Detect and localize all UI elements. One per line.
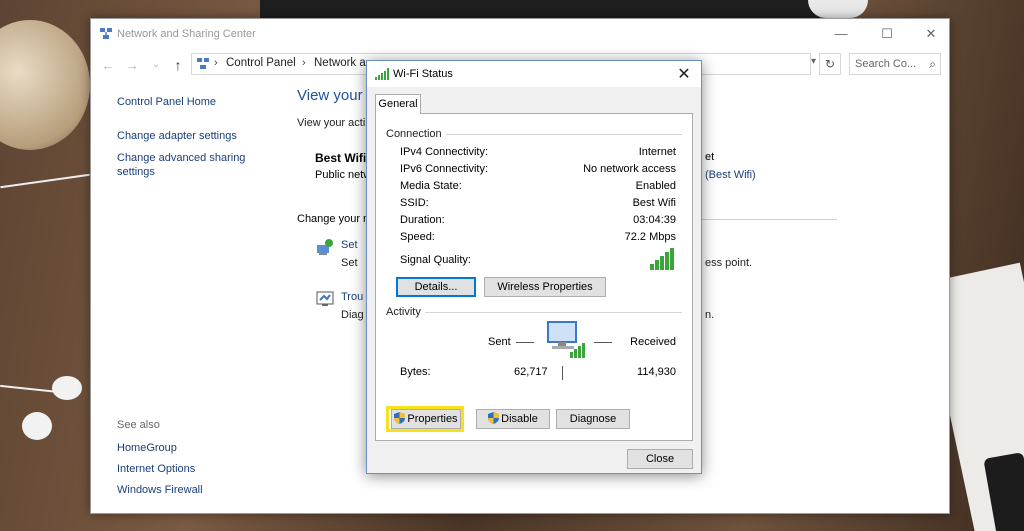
media-state-label: Media State: (400, 180, 462, 192)
cable (0, 384, 60, 394)
search-placeholder: Search Co... (855, 58, 917, 70)
network-computer-icon (547, 321, 585, 358)
received-line (594, 342, 612, 343)
activity-group-label: Activity (386, 306, 425, 318)
search-icon: ⌕ (929, 57, 936, 71)
change-advanced-sharing-link[interactable]: Change advanced sharing settings (117, 151, 257, 179)
desk-monitor-edge (260, 0, 820, 18)
bytes-label: Bytes: (400, 366, 431, 378)
properties-button[interactable]: Properties (391, 409, 461, 429)
network-name: Best Wifi (315, 151, 367, 165)
recent-locations-icon[interactable]: ⌄ (147, 56, 165, 74)
back-arrow-icon[interactable]: ← (99, 56, 117, 74)
earbud (22, 412, 52, 440)
desk-object (808, 0, 868, 18)
disable-label: Disable (501, 413, 538, 425)
earbud (52, 376, 82, 400)
troubleshoot-desc: Diag (341, 309, 364, 321)
bytes-sent-value: 62,717 (514, 366, 548, 378)
title-bar: Network and Sharing Center — ☐ ✕ (91, 19, 949, 49)
dialog-title: Wi-Fi Status (393, 68, 453, 80)
sent-line (516, 342, 534, 343)
access-type-fragment: et (705, 151, 715, 163)
ipv4-label: IPv4 Connectivity: (400, 146, 489, 158)
ssid-label: SSID: (400, 197, 429, 209)
wifi-status-dialog: Wi-Fi Status ✕ General Connection IPv4 C… (366, 60, 702, 474)
signal-bar (660, 256, 664, 270)
bytes-divider (562, 366, 563, 380)
control-panel-home-link[interactable]: Control Panel Home (117, 95, 297, 109)
ipv4-value: Internet (638, 146, 676, 158)
internet-options-link[interactable]: Internet Options (117, 462, 203, 476)
bytes-received-value: 114,930 (637, 366, 676, 378)
media-state-value: Enabled (635, 180, 676, 192)
window-title: Network and Sharing Center (117, 28, 256, 40)
properties-label: Properties (407, 413, 458, 425)
signal-bar (650, 264, 654, 270)
troubleshoot-link[interactable]: Trou (341, 291, 363, 303)
change-adapter-settings-link[interactable]: Change adapter settings (117, 129, 297, 143)
network-center-icon (100, 28, 112, 39)
setup-connection-desc: Set (341, 257, 358, 269)
speed-label: Speed: (400, 231, 435, 243)
duration-label: Duration: (400, 214, 445, 226)
breadcrumb-separator: › (214, 57, 218, 69)
up-arrow-icon[interactable]: ↑ (169, 56, 187, 74)
dialog-close-button[interactable]: Close (627, 449, 693, 469)
signal-quality-bars-icon (650, 248, 674, 270)
page-subtitle: View your acti (297, 117, 366, 129)
ssid-value: Best Wifi (632, 197, 676, 209)
wifi-signal-icon (375, 68, 389, 80)
details-button[interactable]: Details... (396, 277, 476, 297)
close-button[interactable]: ✕ (921, 25, 941, 43)
disable-button[interactable]: Disable (476, 409, 550, 429)
minimize-button[interactable]: — (831, 25, 851, 43)
forward-arrow-icon[interactable]: → (123, 56, 141, 74)
see-also-links: HomeGroup Internet Options Windows Firew… (117, 441, 203, 504)
maximize-button[interactable]: ☐ (877, 25, 897, 43)
search-input[interactable]: Search Co... ⌕ (849, 53, 941, 75)
wifi-connection-link[interactable]: (Best Wifi) (705, 169, 756, 181)
activity-group-line (386, 312, 682, 313)
change-settings-heading: Change your n (297, 213, 374, 225)
troubleshoot-desc-end: n. (705, 309, 715, 321)
network-type: Public netw (315, 169, 372, 181)
setup-connection-desc-end: ess point. (705, 257, 753, 269)
dialog-title-bar: Wi-Fi Status ✕ (367, 61, 701, 87)
see-also-label: See also (117, 419, 160, 431)
signal-quality-label: Signal Quality: (400, 254, 471, 266)
cable (0, 173, 90, 189)
coffee-cup (0, 20, 90, 150)
control-panel-icon (197, 58, 209, 69)
general-tab-panel: Connection IPv4 Connectivity: Internet I… (375, 113, 693, 441)
signal-bar (670, 248, 674, 270)
ipv6-label: IPv6 Connectivity: (400, 163, 489, 175)
wireless-properties-button[interactable]: Wireless Properties (484, 277, 606, 297)
ipv6-value: No network access (583, 163, 676, 175)
signal-bar (665, 252, 669, 270)
homegroup-link[interactable]: HomeGroup (117, 441, 203, 455)
page-title: View your (297, 87, 363, 104)
diagnose-button[interactable]: Diagnose (556, 409, 630, 429)
close-icon[interactable]: ✕ (675, 64, 693, 84)
sent-label: Sent (488, 336, 511, 348)
left-navigation-pane: Control Panel Home Change adapter settin… (117, 95, 297, 187)
tab-general[interactable]: General (375, 94, 421, 114)
speed-value: 72.2 Mbps (624, 231, 676, 243)
setup-connection-link[interactable]: Set (341, 239, 358, 251)
uac-shield-icon (394, 412, 406, 424)
received-label: Received (630, 336, 676, 348)
breadcrumb-separator: › (302, 57, 306, 69)
uac-shield-icon (488, 412, 500, 424)
duration-value: 03:04:39 (633, 214, 676, 226)
troubleshoot-icon (316, 291, 334, 306)
breadcrumb-network[interactable]: Network a (314, 57, 366, 69)
breadcrumb-control-panel[interactable]: Control Panel (226, 57, 296, 69)
signal-bar (655, 260, 659, 270)
refresh-icon[interactable]: ↻ (819, 53, 841, 75)
windows-firewall-link[interactable]: Windows Firewall (117, 483, 203, 497)
setup-connection-icon (317, 239, 333, 255)
connection-group-label: Connection (386, 128, 446, 140)
